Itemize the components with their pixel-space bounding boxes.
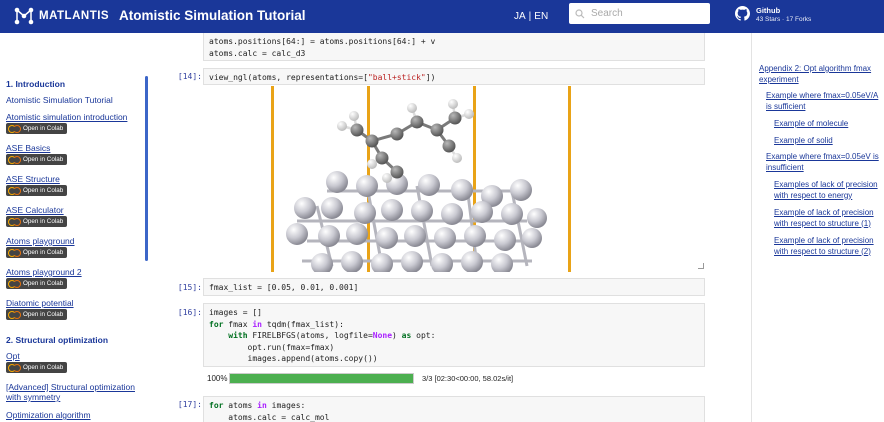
toc-right-lack-precision-energy[interactable]: Examples of lack of precision with respe… [774,180,883,201]
code-line: atoms.positions[64:] = atoms.positions[6… [209,37,436,46]
sidebar-item-diatomic-potential[interactable]: Diatomic potential [6,298,142,308]
sidebar-item-simulation-intro[interactable]: Atomistic simulation introduction [6,112,142,122]
progress-info: 3/3 [02:30<00:00, 58.02s/it] [422,373,514,383]
tqdm-progress: 100% 3/3 [02:30<00:00, 58.02s/it] [207,372,513,384]
sidebar-item-opt-algorithm[interactable]: Optimization algorithm [6,410,142,420]
toc-right-example-molecule[interactable]: Example of molecule [774,119,883,130]
sidebar-item-atoms-playground[interactable]: Atoms playground [6,236,142,246]
toc-right-lack-precision-structure-2[interactable]: Example of lack of precision with respec… [774,236,883,257]
cell-boundary-line [271,86,274,272]
matlantis-logo-icon [14,7,34,25]
molecule-render [271,86,571,272]
progress-bar [229,372,414,384]
progress-bar-fill [230,373,413,383]
cell-boundary-line [568,86,571,272]
code-cell-13[interactable]: atoms.positions[64:] = atoms.positions[6… [203,33,705,61]
code-cell-15[interactable]: fmax_list = [0.05, 0.01, 0.001] [203,278,705,296]
open-in-colab-button[interactable]: Open in Colab [6,216,68,227]
colab-icon [8,249,21,257]
colab-icon [8,187,21,195]
lang-separator: | [528,11,532,22]
toc-right-fmax-sufficient[interactable]: Example where fmax=0.05eV/A is sufficien… [766,91,883,112]
toc-right-fmax-insufficient[interactable]: Example where fmax=0.05eV is insufficien… [766,152,883,173]
search-icon [575,8,585,18]
language-switcher: JA | EN [514,11,548,22]
open-in-colab-button[interactable]: Open in Colab [6,309,68,320]
open-in-colab-button[interactable]: Open in Colab [6,247,68,258]
lang-en-link[interactable]: EN [534,11,548,22]
cell-prompt-14: [14]: [177,72,202,81]
sidebar-item-atoms-playground-2[interactable]: Atoms playground 2 [6,267,142,277]
github-title: Github [756,6,781,15]
toc-right-appendix-2[interactable]: Appendix 2: Opt algorithm fmax experimen… [759,64,883,85]
colab-icon [8,364,21,372]
code-cell-14[interactable]: view_ngl(atoms, representations=["ball+s… [203,68,705,85]
search-box[interactable] [569,3,710,24]
ngl-molecule-viewer[interactable] [207,86,707,272]
left-sidebar: 1. Introduction Atomistic Simulation Tut… [0,33,150,422]
github-link[interactable]: Github 43 Stars · 17 Forks [735,6,811,23]
colab-icon [8,125,21,133]
viewer-resize-handle[interactable] [698,263,704,269]
progress-percent: 100% [207,373,228,383]
colab-icon [8,311,21,319]
top-header: MATLANTIS Atomistic Simulation Tutorial … [0,0,884,33]
code-cell-17[interactable]: for atoms in images: atoms.calc = calc_m… [203,396,705,422]
matlantis-logo[interactable]: MATLANTIS [14,7,109,25]
github-icon [735,6,750,21]
colab-icon [8,280,21,288]
code-line: atoms.calc = calc_d3 [209,48,306,58]
site-title[interactable]: Atomistic Simulation Tutorial [119,8,306,23]
open-in-colab-button[interactable]: Open in Colab [6,362,68,373]
sidebar-item-tutorial-home[interactable]: Atomistic Simulation Tutorial [6,95,142,105]
toc-section-structural-optimization: 2. Structural optimization [6,335,109,345]
open-in-colab-button[interactable]: Open in Colab [6,278,68,289]
sidebar-item-ase-basics[interactable]: ASE Basics [6,143,142,153]
toc-right-lack-precision-structure-1[interactable]: Example of lack of precision with respec… [774,208,883,229]
lang-ja-link[interactable]: JA [514,11,526,22]
open-in-colab-button[interactable]: Open in Colab [6,185,68,196]
sidebar-item-opt-symmetry[interactable]: [Advanced] Structural optimization with … [6,382,142,402]
open-in-colab-button[interactable]: Open in Colab [6,123,68,134]
cell-prompt-16: [16]: [177,308,202,317]
sidebar-item-opt[interactable]: Opt [6,351,142,361]
colab-icon [8,156,21,164]
colab-icon [8,218,21,226]
toc-section-introduction: 1. Introduction [6,79,66,89]
open-in-colab-button[interactable]: Open in Colab [6,154,68,165]
github-stats: 43 Stars · 17 Forks [756,16,812,23]
code-cell-16[interactable]: images = [] for fmax in tqdm(fmax_list):… [203,303,705,367]
sidebar-toc: 1. Introduction Atomistic Simulation Tut… [6,79,142,420]
cell-prompt-15: [15]: [177,283,202,292]
sidebar-item-ase-structure[interactable]: ASE Structure [6,174,142,184]
toc-right-example-solid[interactable]: Example of solid [774,136,883,147]
logo-text: MATLANTIS [39,10,110,22]
sidebar-scrollbar[interactable] [145,76,148,261]
cell-prompt-17: [17]: [177,400,202,409]
sidebar-item-ase-calculator[interactable]: ASE Calculator [6,205,142,215]
search-input[interactable] [591,8,701,19]
